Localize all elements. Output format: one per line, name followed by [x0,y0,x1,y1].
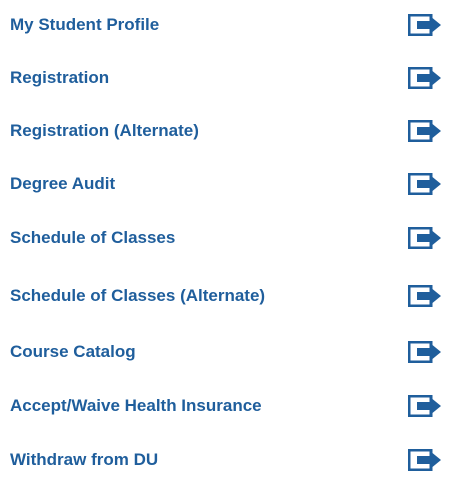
external-link-icon[interactable] [408,395,442,417]
external-link-icon[interactable] [408,14,442,36]
menu-item-my-student-profile[interactable]: My Student Profile [10,5,442,45]
menu-item-label: Schedule of Classes (Alternate) [10,286,266,305]
menu-item-degree-audit[interactable]: Degree Audit [10,164,442,204]
menu-item-label: Course Catalog [10,342,136,361]
external-link-icon[interactable] [408,449,442,471]
student-links-menu: My Student Profile Registration Registra… [0,0,449,484]
external-link-icon[interactable] [408,227,442,249]
external-link-icon[interactable] [408,285,442,307]
menu-item-schedule-of-classes[interactable]: Schedule of Classes [10,218,442,258]
menu-item-schedule-of-classes-alternate[interactable]: Schedule of Classes (Alternate) [10,276,442,316]
menu-item-course-catalog[interactable]: Course Catalog [10,332,442,372]
menu-item-withdraw-from-du[interactable]: Withdraw from DU [10,440,442,480]
external-link-icon[interactable] [408,120,442,142]
menu-item-label: Registration [10,68,110,87]
menu-item-label: Accept/Waive Health Insurance [10,396,262,415]
menu-item-accept-waive-health-insurance[interactable]: Accept/Waive Health Insurance [10,386,442,426]
menu-item-label: Schedule of Classes [10,228,176,247]
menu-item-registration[interactable]: Registration [10,58,442,98]
external-link-icon[interactable] [408,341,442,363]
menu-item-label: My Student Profile [10,15,160,34]
menu-item-label: Registration (Alternate) [10,121,199,140]
menu-item-label: Degree Audit [10,174,116,193]
external-link-icon[interactable] [408,67,442,89]
menu-item-registration-alternate[interactable]: Registration (Alternate) [10,111,442,151]
menu-item-label: Withdraw from DU [10,450,159,469]
external-link-icon[interactable] [408,173,442,195]
